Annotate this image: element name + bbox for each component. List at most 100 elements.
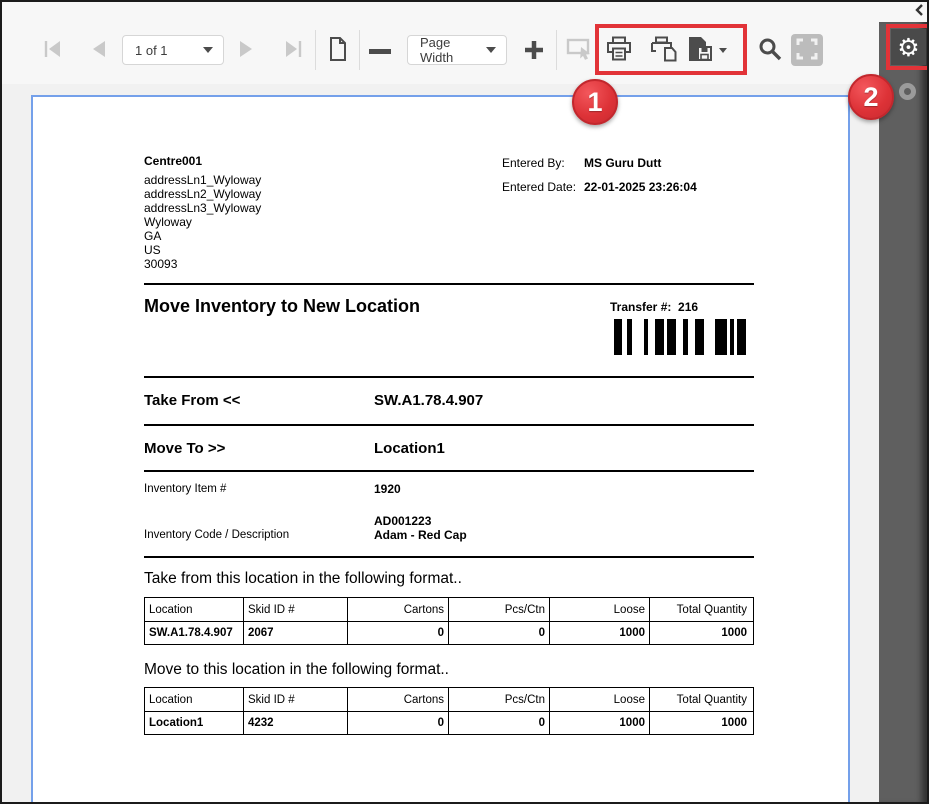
chevron-left-icon [914,3,924,22]
zoom-in-button[interactable] [522,39,546,63]
first-page-button[interactable] [40,38,66,62]
export-icon [685,35,715,66]
address-line: 30093 [144,257,261,271]
gear-icon: ⚙ [897,35,919,60]
entered-by-value: MS Guru Dutt [584,156,661,170]
entered-by-label: Entered By: [502,156,565,170]
address-line: addressLn1_Wyloway [144,173,261,187]
settings-button[interactable]: ⚙ [891,29,926,65]
header-cell: Location [145,598,243,621]
header-cell: Pcs/Ctn [448,688,549,711]
table-header-row: Location Skid ID # Cartons Pcs/Ctn Loose… [145,598,753,621]
data-cell: SW.A1.78.4.907 [145,622,243,644]
report-viewer-window: 1 of 1 Page Width [0,0,929,804]
header-cell: Cartons [347,598,448,621]
last-page-icon [282,38,304,63]
move-to-label: Move To >> [144,440,225,457]
data-cell: 0 [448,622,549,644]
search-button[interactable] [756,36,784,64]
header-cell: Loose [549,598,649,621]
address-line: US [144,243,261,257]
inventory-code-label: Inventory Code / Description [144,529,289,541]
move-to-value: Location1 [374,440,445,457]
previous-page-icon [88,38,108,63]
header-cell: Location [145,688,243,711]
toolbar-separator [556,30,557,70]
parameters-sidebar [879,22,927,802]
table-header-row: Location Skid ID # Cartons Pcs/Ctn Loose… [145,688,753,711]
single-page-view-icon [327,36,349,65]
page-number-select[interactable]: 1 of 1 [122,35,224,65]
transfer-barcode [614,319,746,355]
divider-line [144,376,754,378]
divider-line [144,556,754,558]
toolbar-separator [359,30,360,70]
header-cell: Pcs/Ctn [448,598,549,621]
transfer-label: Transfer #: [610,300,671,314]
data-cell: 0 [347,712,448,734]
header-cell: Skid ID # [243,688,347,711]
report-page: Centre001 addressLn1_Wyloway addressLn2_… [31,95,850,804]
first-page-icon [42,38,64,63]
data-cell: 2067 [243,622,347,644]
inventory-item-value: 1920 [374,482,401,496]
document-title: Move Inventory to New Location [144,296,420,317]
callout-badge-2: 2 [848,74,894,120]
zoom-in-icon [523,39,545,64]
zoom-out-icon [369,49,391,54]
fit-page-button[interactable] [791,34,823,66]
toggle-print-preview-icon [566,36,593,64]
next-page-button[interactable] [235,38,259,62]
last-page-button[interactable] [280,38,306,62]
zoom-level-value: Page Width [420,35,486,65]
data-cell: 1000 [549,622,649,644]
viewer-toolbar: 1 of 1 Page Width [2,2,927,84]
search-icon [757,36,783,65]
data-cell: 0 [448,712,549,734]
move-to-table: Location Skid ID # Cartons Pcs/Ctn Loose… [144,687,754,735]
divider-line [144,470,754,472]
data-cell: 1000 [649,622,751,644]
print-page-setup-button[interactable] [648,35,680,65]
print-page-icon [649,35,679,66]
inventory-code-value: AD001223 [374,514,431,528]
previous-page-button[interactable] [86,38,110,62]
header-cell: Total Quantity [649,598,751,621]
take-from-table: Location Skid ID # Cartons Pcs/Ctn Loose… [144,597,754,645]
take-from-label: Take From << [144,392,240,409]
data-cell: 1000 [649,712,751,734]
fit-page-icon [794,36,820,65]
entered-date-value: 22-01-2025 23:26:04 [584,180,697,194]
chevron-down-icon [486,47,496,53]
table-row: SW.A1.78.4.907 2067 0 0 1000 1000 [145,621,753,644]
next-page-icon [237,38,257,63]
print-button[interactable] [604,35,634,65]
toggle-print-preview-button[interactable] [565,37,593,63]
inventory-item-label: Inventory Item # [144,483,226,495]
toolbar-separator [315,30,316,70]
transfer-value: 216 [678,300,698,314]
header-cell: Total Quantity [649,688,751,711]
address-line: GA [144,229,261,243]
transfer-number: Transfer #: 216 [610,300,698,314]
address-line: addressLn2_Wyloway [144,187,261,201]
single-page-view-button[interactable] [325,36,351,64]
page-number-value: 1 of 1 [135,43,168,58]
divider-line [144,424,754,426]
data-cell: 0 [347,622,448,644]
zoom-out-button[interactable] [368,47,392,55]
entered-date-label: Entered Date: [502,180,576,194]
table-row: Location1 4232 0 0 1000 1000 [145,711,753,734]
data-cell: 4232 [243,712,347,734]
badge-number: 1 [587,87,602,118]
panel-handle-ring-icon [899,83,916,100]
print-icon [605,35,633,66]
take-from-value: SW.A1.78.4.907 [374,392,483,409]
collapse-panel-button[interactable] [911,4,927,20]
export-caret-icon [719,48,727,53]
inventory-description-value: Adam - Red Cap [374,528,467,542]
zoom-level-select[interactable]: Page Width [407,35,507,65]
data-cell: Location1 [145,712,243,734]
facility-name: Centre001 [144,154,202,168]
export-button[interactable] [685,35,727,65]
